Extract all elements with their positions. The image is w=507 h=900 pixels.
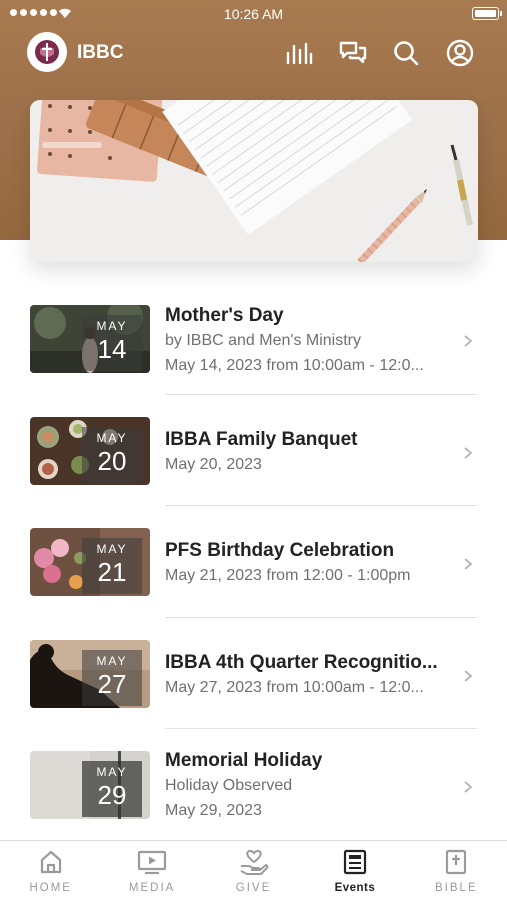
event-date-time: May 29, 2023 [165,802,262,819]
bible-icon [446,849,467,875]
event-date-time: May 27, 2023 from 10:00am - 12:0... [165,678,424,696]
event-item[interactable]: MAY 21 PFS Birthday Celebration May 21, … [0,506,507,618]
tab-label: MEDIA [128,882,176,894]
tab-bar: HOME MEDIA GIVE Events BIBLE [0,840,507,900]
tab-label: BIBLE [435,882,478,894]
logo-icon [35,40,59,64]
event-item[interactable]: MAY 14 Mother's Day by IBBC and Men's Mi… [0,283,507,395]
hero-banner-image[interactable] [30,100,478,262]
tab-media[interactable]: MEDIA [101,841,202,900]
event-date-badge: MAY 21 [82,538,142,594]
tab-label: Events [334,882,376,894]
event-day: 27 [97,668,127,699]
battery-icon [472,7,502,20]
events-icon [343,849,367,875]
tab-label: HOME [29,882,72,894]
event-item[interactable]: MAY 27 IBBA 4th Quarter Recognitio... Ma… [0,618,507,729]
event-title: PFS Birthday Celebration [165,540,395,561]
status-time: 10:26 AM [223,6,284,22]
event-list: MAY 14 Mother's Day by IBBC and Men's Mi… [0,283,507,841]
event-month: MAY [96,653,128,668]
event-month: MAY [96,542,128,556]
tab-label: GIVE [235,882,272,894]
event-subtitle: by IBBC and Men's Ministry [165,332,362,349]
event-title: IBBA 4th Quarter Recognitio... [165,651,438,673]
event-thumbnail: MAY 29 [30,751,150,819]
event-subtitle: Holiday Observed [165,777,293,794]
event-date-time: May 20, 2023 [165,455,262,473]
chevron-right-icon [464,446,473,459]
chart-bars-icon[interactable] [284,38,314,68]
event-thumbnail: MAY 20 [30,416,150,485]
event-item[interactable]: MAY 29 Memorial Holiday Holiday Observed… [0,729,507,841]
event-day: 20 [97,445,127,476]
event-date-time: May 21, 2023 from 12:00 - 1:00pm [165,567,411,584]
event-title: Memorial Holiday [165,750,323,771]
event-month: MAY [96,765,128,779]
church-logo[interactable] [27,32,67,72]
tab-events[interactable]: Events [304,841,405,900]
status-bar: 10:26 AM [0,0,507,28]
event-title: IBBA Family Banquet [165,428,358,450]
chevron-right-icon [464,335,473,347]
media-icon [138,850,167,875]
chevron-right-icon [464,781,473,793]
event-day: 29 [97,780,127,810]
chevron-right-icon [464,558,473,570]
event-date-badge: MAY 20 [82,426,142,483]
give-icon [240,849,268,875]
home-icon [40,850,61,874]
event-day: 21 [97,557,127,587]
tab-give[interactable]: GIVE [203,841,304,900]
event-thumbnail: MAY 21 [30,528,150,596]
tab-home[interactable]: HOME [0,841,101,900]
event-month: MAY [96,319,128,333]
event-thumbnail: MAY 27 [30,639,150,708]
event-month: MAY [96,430,128,445]
event-date-badge: MAY 29 [82,761,142,817]
event-thumbnail: MAY 14 [30,305,150,373]
profile-icon[interactable] [445,38,475,68]
event-date-badge: MAY 14 [82,315,142,371]
event-date-time: May 14, 2023 from 10:00am - 12:0... [165,357,424,374]
chat-icon[interactable] [338,38,368,68]
event-item[interactable]: MAY 20 IBBA Family Banquet May 20, 2023 [0,395,507,506]
app-header: IBBC [0,30,507,76]
event-title: Mother's Day [165,305,284,326]
tab-bible[interactable]: BIBLE [406,841,507,900]
search-icon[interactable] [391,38,421,68]
chevron-right-icon [464,669,473,682]
event-date-badge: MAY 27 [82,649,142,706]
event-day: 14 [97,334,127,364]
app-title: IBBC [77,42,124,63]
